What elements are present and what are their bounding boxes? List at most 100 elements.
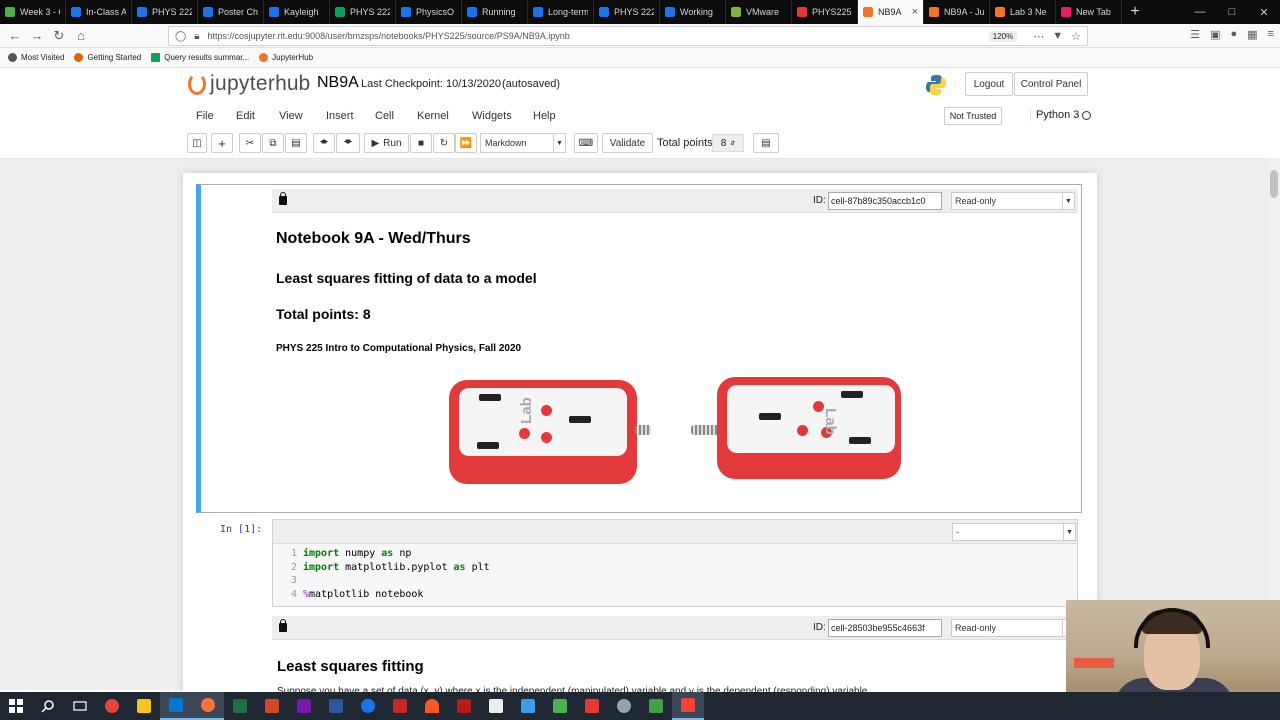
windows-start-icon[interactable] <box>0 692 32 720</box>
scrollbar-thumb[interactable] <box>1270 170 1278 198</box>
reload-icon[interactable]: ↻ <box>48 28 70 44</box>
bookmark-getting-started[interactable]: Getting Started <box>74 53 141 62</box>
browser-tab[interactable]: Lab 3 Ne <box>990 0 1056 24</box>
app-icon[interactable] <box>672 692 704 720</box>
browser-tab[interactable]: PHYS 222 <box>594 0 660 24</box>
home-icon[interactable]: ⌂ <box>70 28 92 43</box>
back-arrow-icon[interactable]: ← <box>4 28 26 43</box>
add-cell-icon[interactable]: + <box>211 133 233 153</box>
app-icon[interactable] <box>448 692 480 720</box>
url-bar[interactable]: ◯ 🔒︎ https://cosjupyter.rit.edu:9008/use… <box>168 26 1088 46</box>
kernel-name[interactable]: Python 3 <box>1030 109 1079 121</box>
bookmark-star-icon[interactable]: ☆ <box>1071 30 1081 43</box>
forward-arrow-icon[interactable]: → <box>26 28 48 43</box>
stop-icon[interactable]: ■ <box>410 133 432 153</box>
word-icon[interactable] <box>320 692 352 720</box>
browser-tab[interactable]: VMware <box>726 0 792 24</box>
browser-tab[interactable]: PHYS 222 <box>132 0 198 24</box>
cell-id-field[interactable]: cell-28503be955c4663f <box>828 619 942 637</box>
browser-tab[interactable]: Week 3 - C <box>0 0 66 24</box>
cell-mode-select[interactable]: Read-only▼ <box>951 192 1075 210</box>
calculator-icon[interactable] <box>480 692 512 720</box>
lock-icon[interactable]: 🔒︎ <box>194 31 199 42</box>
account-icon[interactable]: ● <box>1231 28 1238 41</box>
powerpoint-icon[interactable] <box>256 692 288 720</box>
bookmark-jupyterhub[interactable]: JupyterHub <box>259 53 313 62</box>
shield-icon[interactable]: ◯ <box>175 31 186 42</box>
minimize-icon[interactable]: — <box>1184 0 1216 24</box>
chrome-icon[interactable] <box>352 692 384 720</box>
menu-kernel[interactable]: Kernel <box>417 110 449 122</box>
logout-button[interactable]: Logout <box>965 72 1013 96</box>
validate-button[interactable]: Validate <box>602 133 653 153</box>
browser-tab[interactable]: PHYS 222 <box>330 0 396 24</box>
library-icon[interactable]: ☰ <box>1190 28 1200 41</box>
app-icon[interactable] <box>544 692 576 720</box>
code-line[interactable]: 2 import matplotlib.pyplot as plt <box>273 562 490 573</box>
url-text[interactable]: https://cosjupyter.rit.edu:9008/user/bmz… <box>208 31 989 41</box>
menu-help[interactable]: Help <box>533 110 556 122</box>
menu-view[interactable]: View <box>279 110 303 122</box>
browser-tab[interactable]: PhysicsO <box>396 0 462 24</box>
browser-tab[interactable]: Working <box>660 0 726 24</box>
onenote-icon[interactable] <box>288 692 320 720</box>
new-tab-button[interactable]: + <box>1122 0 1148 24</box>
app-icon[interactable] <box>640 692 672 720</box>
chrome-icon[interactable] <box>96 692 128 720</box>
run-button[interactable]: ▶ Run <box>364 133 409 153</box>
restart-icon[interactable]: ↻ <box>433 133 455 153</box>
browser-tab[interactable]: New Tab <box>1056 0 1122 24</box>
copy-icon[interactable]: ⧉ <box>262 133 284 153</box>
browser-tab[interactable]: Running <box>462 0 528 24</box>
markdown-cell-least-squares[interactable]: ID: cell-28503be955c4663f Read-only▼ Lea… <box>272 616 1078 697</box>
keyboard-icon[interactable]: ⌨ <box>574 133 598 153</box>
menu-icon[interactable]: ≡ <box>1268 28 1274 41</box>
menu-cell[interactable]: Cell <box>375 110 394 122</box>
bookmark-most-visited[interactable]: Most Visited <box>8 53 64 62</box>
menu-edit[interactable]: Edit <box>236 110 255 122</box>
save-icon[interactable]: ◫ <box>187 133 207 153</box>
cell-id-field[interactable]: cell-87b89c350accb1c0 <box>828 192 942 210</box>
sidebar-icon[interactable]: ▣ <box>1210 28 1220 41</box>
app-icon[interactable] <box>384 692 416 720</box>
outlook-icon[interactable] <box>160 692 192 720</box>
cut-icon[interactable]: ✂ <box>239 133 261 153</box>
app-icon[interactable] <box>512 692 544 720</box>
total-points-input[interactable]: 8 ⇵ <box>712 134 744 152</box>
restart-run-all-icon[interactable]: ⏩ <box>455 133 477 153</box>
cell-mode-select[interactable]: - ▼ <box>952 523 1076 541</box>
browser-tab[interactable]: In-Class A <box>66 0 132 24</box>
cell-mode-select[interactable]: Read-only▼ <box>951 619 1075 637</box>
app-icon[interactable] <box>608 692 640 720</box>
firefox-icon[interactable] <box>192 692 224 720</box>
maximize-icon[interactable]: □ <box>1216 0 1248 24</box>
app-icon[interactable] <box>416 692 448 720</box>
control-panel-button[interactable]: Control Panel <box>1014 72 1088 96</box>
chart-icon[interactable]: ▤ <box>753 133 779 153</box>
excel-icon[interactable] <box>224 692 256 720</box>
move-up-icon[interactable]: 🡁 <box>313 133 335 153</box>
browser-tab[interactable]: Long-term <box>528 0 594 24</box>
menu-widgets[interactable]: Widgets <box>472 110 512 122</box>
task-view-icon[interactable] <box>64 692 96 720</box>
zoom-level[interactable]: 120% <box>988 30 1018 42</box>
browser-tab[interactable]: Kayleigh <box>264 0 330 24</box>
markdown-cell-intro[interactable]: ID: cell-87b89c350accb1c0 Read-only ▼ Not… <box>196 184 1082 513</box>
extensions-icon[interactable]: ▦ <box>1247 28 1257 41</box>
pocket-icon[interactable]: ▼ <box>1052 30 1063 42</box>
move-down-icon[interactable]: 🡃 <box>336 133 360 153</box>
code-line[interactable]: 3 <box>273 575 303 586</box>
notebook-name[interactable]: NB9A <box>317 74 359 92</box>
code-line[interactable]: 4 %matplotlib notebook <box>273 589 423 600</box>
code-cell-imports[interactable]: - ▼ 1 import numpy as np 2 import matplotli… <box>272 519 1078 607</box>
browser-tab[interactable]: Poster Ch <box>198 0 264 24</box>
file-explorer-icon[interactable] <box>128 692 160 720</box>
close-icon[interactable]: ✕ <box>1248 0 1280 24</box>
stepper-icon[interactable]: ⇵ <box>730 140 735 147</box>
acrobat-icon[interactable] <box>576 692 608 720</box>
not-trusted-button[interactable]: Not Trusted <box>944 107 1002 125</box>
browser-tab[interactable]: NB9A - Ju <box>924 0 990 24</box>
jupyterhub-logo[interactable]: jupyter hub <box>188 72 310 96</box>
more-icon[interactable]: ⋯ <box>1033 30 1044 43</box>
bookmark-query-results[interactable]: Query results summar... <box>151 53 249 62</box>
